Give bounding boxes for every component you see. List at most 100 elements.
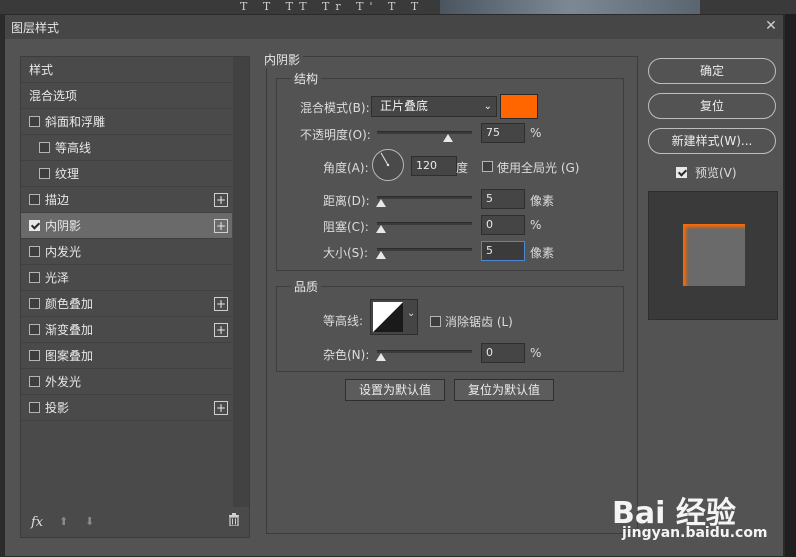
- style-checkbox[interactable]: [29, 298, 40, 309]
- style-list-label: 样式: [29, 63, 54, 77]
- blend-mode-select[interactable]: 正片叠底 ⌄: [371, 96, 497, 117]
- add-instance-icon[interactable]: +: [214, 219, 228, 233]
- style-list-label: 渐变叠加: [45, 323, 94, 337]
- noise-input[interactable]: 0: [481, 343, 525, 363]
- opacity-input[interactable]: 75: [481, 123, 525, 143]
- chevron-down-icon: ⌄: [483, 101, 492, 112]
- style-list-item[interactable]: 内阴影 +: [21, 213, 232, 239]
- style-list-item[interactable]: 渐变叠加 +: [21, 317, 232, 343]
- style-list-label: 光泽: [45, 271, 70, 285]
- add-instance-icon[interactable]: +: [214, 297, 228, 311]
- style-list-label: 斜面和浮雕: [45, 115, 106, 129]
- style-list-label: 混合选项: [29, 89, 78, 103]
- size-slider-thumb[interactable]: [376, 251, 386, 259]
- fx-button[interactable]: fx: [31, 515, 43, 530]
- style-list-item[interactable]: 纹理: [21, 161, 232, 187]
- angle-label: 角度(A):: [323, 161, 369, 175]
- style-list-item[interactable]: 图案叠加: [21, 343, 232, 369]
- dialog-titlebar: 图层样式 ✕: [5, 15, 783, 39]
- style-list-item[interactable]: 光泽: [21, 265, 232, 291]
- choke-unit: %: [530, 218, 542, 232]
- style-checkbox[interactable]: [29, 246, 40, 257]
- noise-slider[interactable]: [376, 350, 472, 361]
- size-slider[interactable]: [376, 248, 472, 259]
- style-list-item[interactable]: 外发光: [21, 369, 232, 395]
- size-input[interactable]: 5: [481, 241, 525, 261]
- opacity-slider-thumb[interactable]: [443, 134, 454, 142]
- anti-alias-label: 消除锯齿 (L): [445, 315, 513, 329]
- style-list-label: 投影: [45, 401, 70, 415]
- style-list: 样式混合选项斜面和浮雕等高线纹理描边 + 内阴影 + 内发光光泽颜色叠加 + 渐变叠加 + 图案…: [20, 56, 250, 538]
- text-toolbar: T T TT Tr T' T T T: [240, 0, 425, 27]
- style-list-label: 内阴影: [45, 219, 82, 233]
- size-label: 大小(S):: [323, 246, 369, 260]
- preview-checkbox[interactable]: [676, 167, 687, 178]
- dialog-title: 图层样式: [11, 21, 60, 35]
- distance-slider[interactable]: [376, 196, 472, 207]
- style-list-item[interactable]: 描边 +: [21, 187, 232, 213]
- noise-slider-thumb[interactable]: [376, 353, 386, 361]
- style-list-scrollbar[interactable]: [233, 57, 249, 507]
- style-checkbox[interactable]: [39, 168, 50, 179]
- style-list-label: 描边: [45, 193, 70, 207]
- preview-label: 预览(V): [695, 166, 737, 180]
- style-checkbox[interactable]: [39, 142, 50, 153]
- chevron-down-icon: ⌄: [407, 308, 416, 319]
- trash-icon[interactable]: [228, 513, 240, 530]
- ok-button[interactable]: 确定: [648, 58, 776, 84]
- style-checkbox[interactable]: [29, 324, 40, 335]
- add-instance-icon[interactable]: +: [214, 401, 228, 415]
- size-unit: 像素: [530, 246, 555, 260]
- style-list-label: 内发光: [45, 245, 82, 259]
- opacity-slider[interactable]: [377, 131, 472, 142]
- contour-picker[interactable]: ⌄: [370, 299, 418, 335]
- style-list-item[interactable]: 等高线: [21, 135, 232, 161]
- contour-label: 等高线:: [323, 314, 364, 328]
- style-checkbox[interactable]: [29, 116, 40, 127]
- baidu-url: jingyan.baidu.com: [622, 525, 768, 541]
- noise-unit: %: [530, 346, 542, 360]
- angle-dial[interactable]: [371, 148, 405, 182]
- style-checkbox[interactable]: [29, 376, 40, 387]
- style-checkbox[interactable]: [29, 272, 40, 283]
- style-list-item[interactable]: 投影 +: [21, 395, 232, 421]
- distance-slider-thumb[interactable]: [376, 199, 386, 207]
- style-list-item[interactable]: 混合选项: [21, 83, 232, 109]
- move-down-icon[interactable]: ⬇: [85, 515, 94, 528]
- structure-group: 结构 混合模式(B): 正片叠底 ⌄ 不透明度(O): 75 % 角度(A): …: [276, 70, 624, 271]
- add-instance-icon[interactable]: +: [214, 323, 228, 337]
- style-list-item[interactable]: 斜面和浮雕: [21, 109, 232, 135]
- style-list-label: 外发光: [45, 375, 82, 389]
- angle-input[interactable]: 120: [411, 156, 457, 176]
- choke-label: 阻塞(C):: [323, 220, 369, 234]
- anti-alias-checkbox[interactable]: [430, 316, 441, 327]
- style-list-item[interactable]: 内发光: [21, 239, 232, 265]
- style-checkbox[interactable]: [29, 350, 40, 361]
- global-light-checkbox[interactable]: [482, 161, 493, 172]
- reset-default-button[interactable]: 复位为默认值: [454, 379, 554, 401]
- style-list-label: 图案叠加: [45, 349, 94, 363]
- quality-legend: 品质: [291, 278, 322, 295]
- style-checkbox[interactable]: [29, 194, 40, 205]
- style-checkbox[interactable]: [29, 220, 40, 231]
- style-list-item[interactable]: 颜色叠加 +: [21, 291, 232, 317]
- style-list-label: 等高线: [55, 141, 92, 155]
- move-up-icon[interactable]: ⬆: [59, 515, 68, 528]
- style-checkbox[interactable]: [29, 402, 40, 413]
- preview-swatch: [683, 224, 745, 286]
- app-right-strip: [785, 14, 796, 557]
- set-default-button[interactable]: 设置为默认值: [345, 379, 445, 401]
- add-instance-icon[interactable]: +: [214, 193, 228, 207]
- blend-mode-value: 正片叠底: [380, 99, 429, 113]
- choke-slider[interactable]: [376, 222, 472, 233]
- choke-input[interactable]: 0: [481, 215, 525, 235]
- style-list-item[interactable]: 样式: [21, 57, 232, 83]
- close-button[interactable]: ✕: [760, 16, 782, 36]
- reset-button[interactable]: 复位: [648, 93, 776, 119]
- section-title: 内阴影: [261, 51, 304, 68]
- choke-slider-thumb[interactable]: [376, 225, 386, 233]
- shadow-color-swatch[interactable]: [500, 94, 538, 119]
- new-style-button[interactable]: 新建样式(W)...: [648, 128, 776, 154]
- distance-input[interactable]: 5: [481, 189, 525, 209]
- structure-legend: 结构: [291, 70, 322, 87]
